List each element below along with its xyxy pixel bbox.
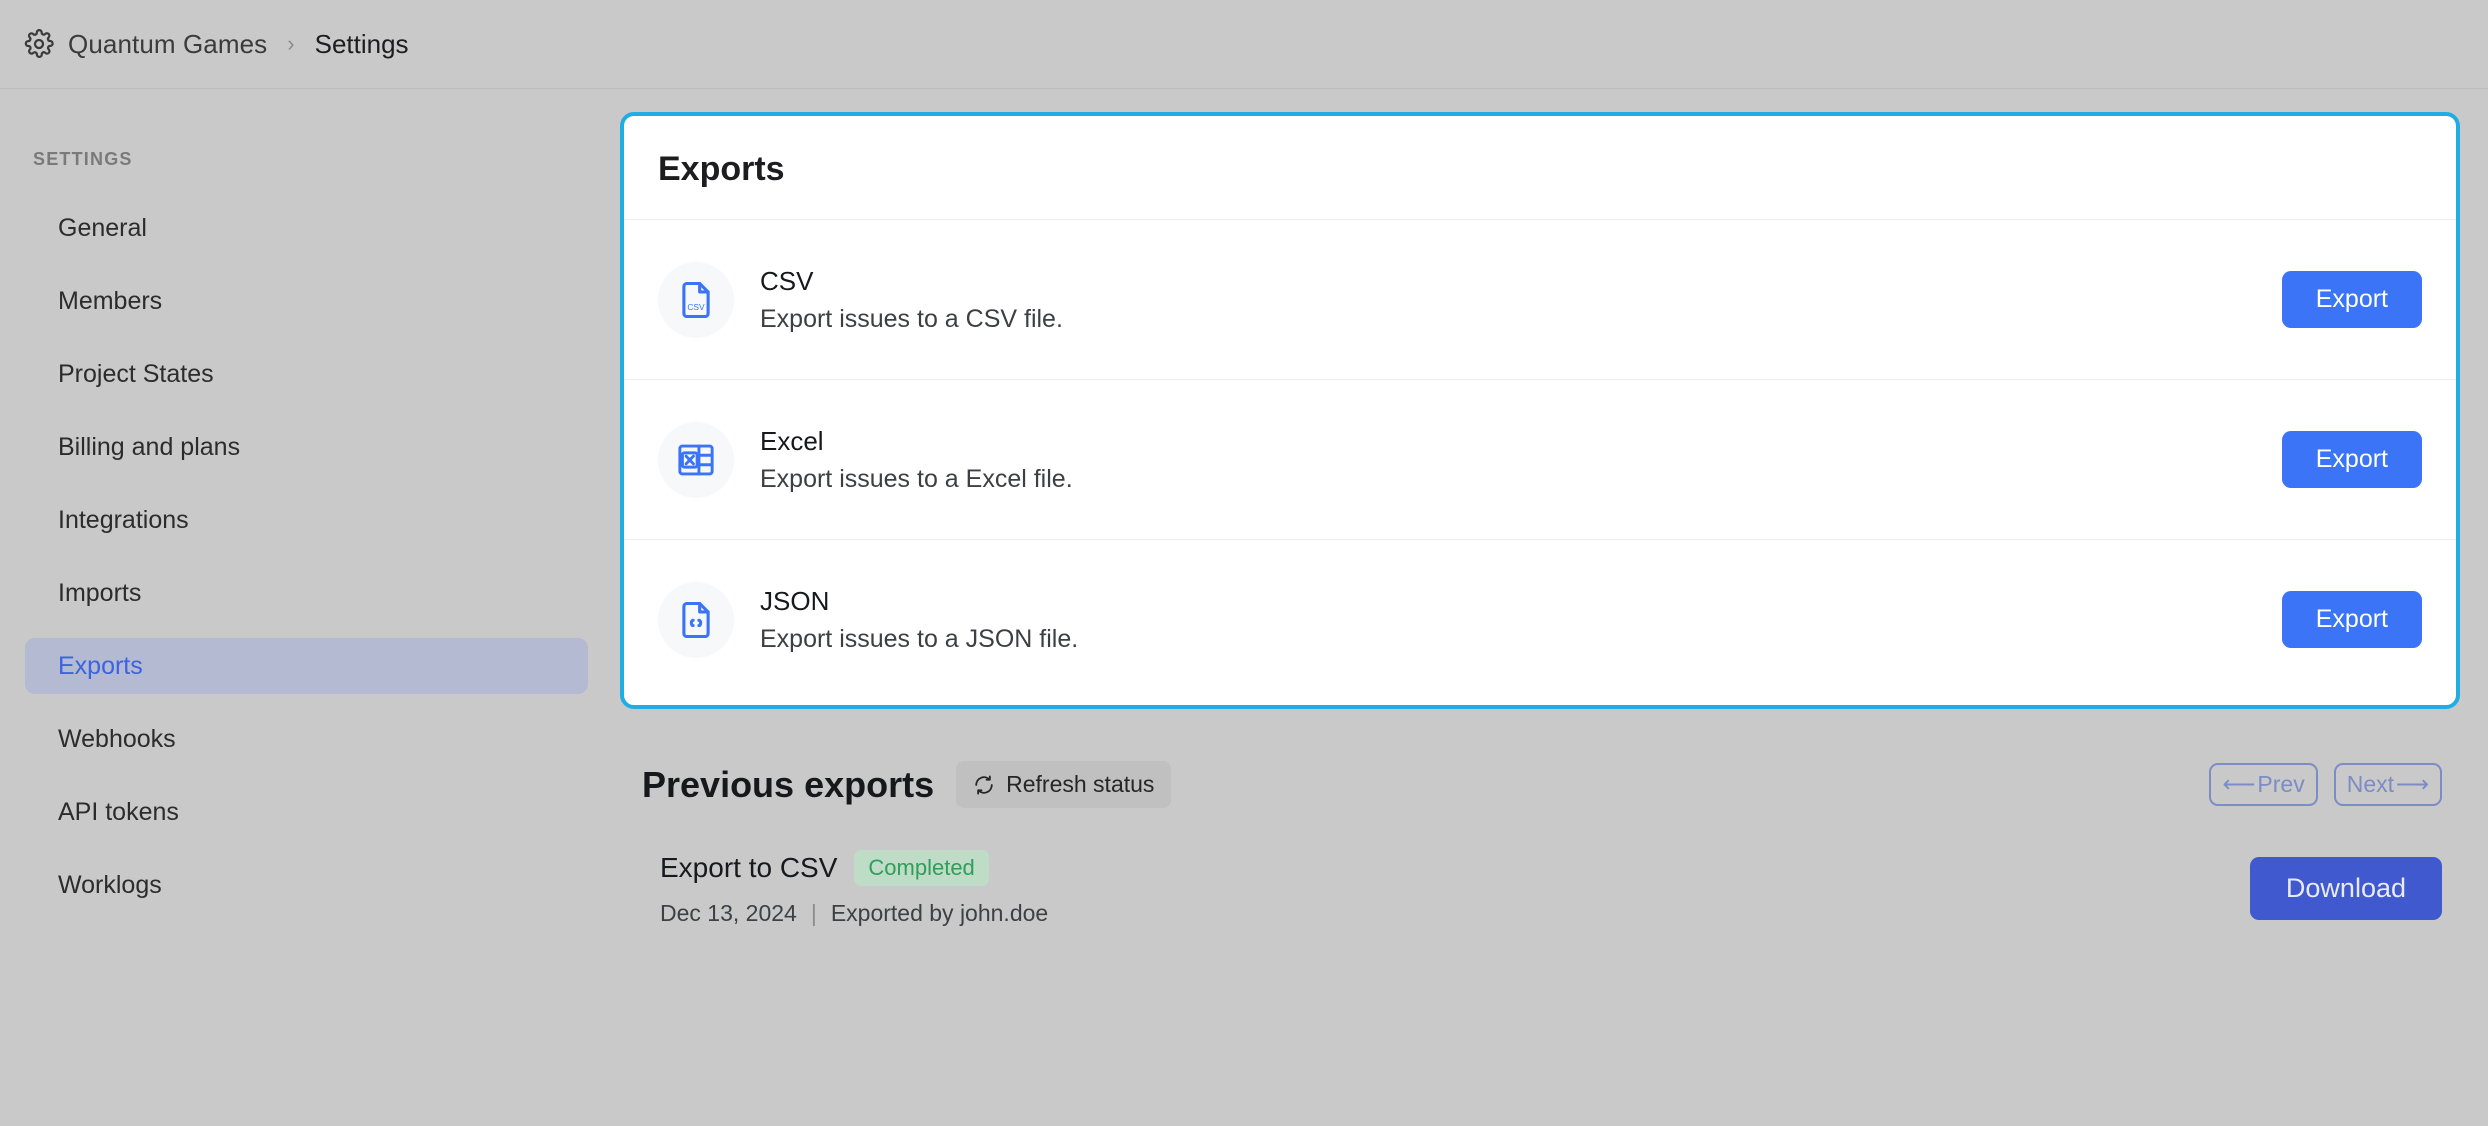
- export-history-row: Export to CSV Completed Dec 13, 2024 | E…: [620, 850, 2460, 927]
- sidebar-item-label: Webhooks: [58, 725, 176, 754]
- breadcrumb-workspace[interactable]: Quantum Games: [68, 29, 267, 60]
- sidebar-item-label: Imports: [58, 579, 141, 608]
- refresh-icon: [973, 774, 995, 796]
- sidebar-item-project-states[interactable]: Project States: [25, 346, 588, 402]
- prev-page-button[interactable]: ⟵ Prev: [2209, 763, 2317, 806]
- export-row-text: JSON Export issues to a JSON file.: [760, 586, 2282, 654]
- export-history-meta: Dec 13, 2024 | Exported by john.doe: [660, 900, 2250, 927]
- sidebar-item-general[interactable]: General: [25, 200, 588, 256]
- csv-file-icon: CSV: [658, 262, 734, 338]
- export-row-excel: Excel Export issues to a Excel file. Exp…: [624, 379, 2456, 539]
- meta-divider: |: [811, 900, 817, 927]
- sidebar-item-label: Project States: [58, 360, 214, 389]
- breadcrumb-bar: Quantum Games › Settings: [0, 0, 2488, 89]
- arrow-left-icon: ⟵: [2222, 771, 2255, 798]
- sidebar-item-label: Members: [58, 287, 162, 316]
- export-row-description: Export issues to a JSON file.: [760, 625, 2282, 654]
- sidebar-item-label: General: [58, 214, 147, 243]
- exports-card: Exports CSV CSV Export issues to a CSV f…: [620, 112, 2460, 709]
- breadcrumb-current: Settings: [315, 29, 409, 60]
- export-row-json: JSON Export issues to a JSON file. Expor…: [624, 539, 2456, 699]
- sidebar-item-worklogs[interactable]: Worklogs: [25, 857, 588, 913]
- arrow-right-icon: ⟶: [2396, 771, 2429, 798]
- sidebar-item-label: Worklogs: [58, 871, 162, 900]
- page-title: Exports: [624, 116, 2456, 219]
- excel-file-icon: [658, 422, 734, 498]
- export-row-description: Export issues to a CSV file.: [760, 305, 2282, 334]
- sidebar-item-api-tokens[interactable]: API tokens: [25, 784, 588, 840]
- export-button-json[interactable]: Export: [2282, 591, 2422, 648]
- json-file-icon: [658, 582, 734, 658]
- gear-icon: [24, 29, 54, 59]
- export-row-text: CSV Export issues to a CSV file.: [760, 266, 2282, 334]
- export-row-title: JSON: [760, 586, 2282, 617]
- sidebar-item-label: Exports: [58, 652, 143, 681]
- sidebar-heading: SETTINGS: [0, 149, 620, 170]
- sidebar-item-label: Integrations: [58, 506, 189, 535]
- chevron-right-icon: ›: [281, 33, 300, 55]
- previous-exports-title: Previous exports: [642, 764, 934, 806]
- sidebar-item-webhooks[interactable]: Webhooks: [25, 711, 588, 767]
- sidebar-item-label: Billing and plans: [58, 433, 240, 462]
- exported-by: Exported by john.doe: [831, 900, 1048, 927]
- export-row-description: Export issues to a Excel file.: [760, 465, 2282, 494]
- next-page-label: Next: [2347, 771, 2394, 798]
- pagination-controls: ⟵ Prev Next ⟶: [2209, 763, 2460, 806]
- export-button-excel[interactable]: Export: [2282, 431, 2422, 488]
- breadcrumb: Quantum Games › Settings: [24, 29, 409, 60]
- prev-page-label: Prev: [2257, 771, 2304, 798]
- export-row-text: Excel Export issues to a Excel file.: [760, 426, 2282, 494]
- export-row-title: CSV: [760, 266, 2282, 297]
- export-date: Dec 13, 2024: [660, 900, 797, 927]
- export-history-title: Export to CSV: [660, 852, 837, 884]
- previous-exports-header: Previous exports Refresh status: [620, 761, 2460, 808]
- refresh-status-button[interactable]: Refresh status: [956, 761, 1171, 808]
- settings-sidebar: SETTINGS General Members Project States …: [0, 89, 620, 1126]
- sidebar-item-label: API tokens: [58, 798, 179, 827]
- status-badge: Completed: [854, 850, 988, 886]
- sidebar-item-imports[interactable]: Imports: [25, 565, 588, 621]
- sidebar-item-integrations[interactable]: Integrations: [25, 492, 588, 548]
- export-row-csv: CSV CSV Export issues to a CSV file. Exp…: [624, 219, 2456, 379]
- sidebar-item-members[interactable]: Members: [25, 273, 588, 329]
- export-button-csv[interactable]: Export: [2282, 271, 2422, 328]
- refresh-status-label: Refresh status: [1006, 771, 1154, 798]
- sidebar-item-billing-and-plans[interactable]: Billing and plans: [25, 419, 588, 475]
- sidebar-item-exports[interactable]: Exports: [25, 638, 588, 694]
- main-content: Exports CSV CSV Export issues to a CSV f…: [620, 89, 2488, 1126]
- export-history-title-line: Export to CSV Completed: [660, 850, 2250, 886]
- next-page-button[interactable]: Next ⟶: [2334, 763, 2442, 806]
- previous-exports-section: Previous exports Refresh status: [620, 761, 2460, 927]
- page-shell: SETTINGS General Members Project States …: [0, 89, 2488, 1126]
- download-button[interactable]: Download: [2250, 857, 2442, 920]
- export-history-details: Export to CSV Completed Dec 13, 2024 | E…: [660, 850, 2250, 927]
- export-row-title: Excel: [760, 426, 2282, 457]
- svg-text:CSV: CSV: [687, 301, 705, 311]
